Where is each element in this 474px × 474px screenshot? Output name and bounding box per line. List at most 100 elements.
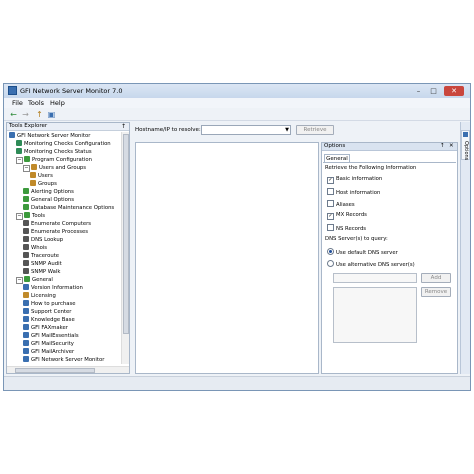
tree-item-label: GFI MailEssentials [31, 333, 79, 339]
options-header: Options ↑ ✕ [322, 143, 457, 151]
tree-item[interactable]: Alerting Options [23, 188, 74, 196]
checkbox-box[interactable]: ✓ [327, 213, 334, 220]
tree-item-label: Support Center [31, 309, 72, 315]
remove-button[interactable]: Remove [421, 287, 451, 297]
explorer-vertical-scrollbar[interactable] [121, 132, 129, 364]
hostname-input[interactable]: ▼ [201, 125, 291, 135]
settings-icon [24, 156, 30, 162]
minimize-button[interactable]: – [412, 86, 425, 96]
explorer-horizontal-scrollbar[interactable] [7, 366, 129, 373]
tree-item-label: Monitoring Checks Status [24, 149, 92, 155]
checkbox-label: MX Records [336, 212, 367, 218]
scrollbar-thumb[interactable] [15, 368, 95, 373]
tree-item[interactable]: Licensing [23, 292, 56, 300]
tree-item[interactable]: − General [16, 276, 53, 284]
tree-item[interactable]: Whois [23, 244, 47, 252]
collapse-toggle-icon[interactable]: − [16, 157, 23, 164]
tree-item[interactable]: GFI MailEssentials [23, 332, 79, 340]
alternative-dns-radio[interactable]: Use alternative DNS server(s) [327, 260, 415, 268]
tree-item[interactable]: − Program Configuration [16, 156, 92, 164]
tree-item[interactable]: General Options [23, 196, 74, 204]
tree-item[interactable]: DNS Lookup [23, 236, 63, 244]
tree-item[interactable]: Enumerate Processes [23, 228, 88, 236]
toolbar: ← → ↑ ▣ [4, 108, 470, 121]
collapse-toggle-icon[interactable]: − [16, 213, 23, 220]
forward-arrow-icon[interactable]: → [20, 110, 31, 119]
ns-records-checkbox[interactable]: NS Records [327, 224, 366, 232]
status-bar [4, 376, 470, 390]
menu-bar: File Tools Help [4, 98, 470, 108]
tree-item[interactable]: Knowledge Base [23, 316, 75, 324]
tree-item[interactable]: − Tools [16, 212, 45, 220]
checkbox-box[interactable] [327, 188, 334, 195]
general-icon [24, 276, 30, 282]
tree-item[interactable]: GFI MailArchiver [23, 348, 74, 356]
scrollbar-thumb[interactable] [123, 134, 129, 334]
tree-item[interactable]: GFI FAXmaker [23, 324, 68, 332]
checkbox-box[interactable] [327, 224, 334, 231]
tool-icon [23, 268, 29, 274]
side-tab-options[interactable]: Options [461, 130, 470, 160]
basic-information-checkbox[interactable]: ✓ Basic information [327, 176, 382, 184]
tree-item[interactable]: GFI MailSecurity [23, 340, 74, 348]
retrieve-button[interactable]: Retrieve [296, 125, 334, 135]
explorer-tree: GFI Network Server Monitor Monitoring Che… [7, 132, 120, 366]
tree-item[interactable]: Enumerate Computers [23, 220, 91, 228]
checkbox-label: Basic information [336, 176, 383, 182]
dns-server-list[interactable] [333, 287, 417, 343]
checkbox-box[interactable]: ✓ [327, 177, 334, 184]
tree-item[interactable]: GFI Network Server Monitor [9, 132, 90, 140]
collapse-toggle-icon[interactable]: − [16, 277, 23, 284]
collapse-toggle-icon[interactable]: − [23, 165, 30, 172]
menu-file[interactable]: File [12, 99, 23, 107]
product-icon [23, 332, 29, 338]
menu-help[interactable]: Help [50, 99, 65, 107]
tree-item[interactable]: Groups [30, 180, 57, 188]
options-title: Options [324, 143, 346, 149]
menu-tools[interactable]: Tools [28, 99, 44, 107]
chevron-down-icon[interactable]: ▼ [285, 127, 289, 133]
close-icon[interactable]: ✕ [449, 143, 454, 149]
checkbox-box[interactable] [327, 200, 334, 207]
dns-server-input[interactable] [333, 273, 417, 283]
tree-item[interactable]: Users [30, 172, 53, 180]
view-toggle-icon[interactable]: ▣ [46, 110, 57, 119]
tree-item[interactable]: Support Center [23, 308, 71, 316]
product-icon [23, 348, 29, 354]
tools-icon [24, 212, 30, 218]
dns-lookup-pane: Hostname/IP to resolve: ▼ Retrieve Optio… [132, 122, 458, 374]
tree-item[interactable]: GFI Network Server Monitor [23, 356, 104, 364]
aliases-checkbox[interactable]: Aliases [327, 200, 355, 208]
database-icon [23, 204, 29, 210]
maximize-button[interactable]: □ [427, 86, 440, 96]
pin-icon[interactable]: ↑ [440, 143, 445, 149]
tree-item[interactable]: Monitoring Checks Configuration [16, 140, 111, 148]
product-icon [23, 356, 29, 362]
tree-item-label: Version Information [31, 285, 83, 291]
results-area [135, 142, 319, 374]
tree-item-label: Program Configuration [32, 157, 92, 163]
tree-item[interactable]: SNMP Audit [23, 260, 62, 268]
host-information-checkbox[interactable]: Host information [327, 188, 380, 196]
checkbox-label: Host information [336, 190, 381, 196]
mx-records-checkbox[interactable]: ✓ MX Records [327, 212, 367, 220]
tree-item-label: GFI FAXmaker [31, 325, 68, 331]
up-folder-icon[interactable]: ↑ [34, 110, 45, 119]
tree-item[interactable]: Database Maintenance Options [23, 204, 114, 212]
pin-icon[interactable]: ↑ [121, 123, 126, 130]
back-arrow-icon[interactable]: ← [8, 110, 19, 119]
tree-item[interactable]: How to purchase [23, 300, 76, 308]
add-button[interactable]: Add [421, 273, 451, 283]
close-button[interactable]: ✕ [444, 86, 464, 96]
tree-item-label: DNS Lookup [31, 237, 64, 243]
tree-item[interactable]: − Users and Groups [23, 164, 86, 172]
tree-item[interactable]: Monitoring Checks Status [16, 148, 92, 156]
default-dns-radio[interactable]: Use default DNS server [327, 248, 398, 256]
license-icon [23, 292, 29, 298]
tool-icon [23, 260, 29, 266]
tree-item[interactable]: Traceroute [23, 252, 59, 260]
tree-item[interactable]: Version Information [23, 284, 83, 292]
radio-button[interactable] [327, 248, 334, 255]
tree-item[interactable]: SNMP Walk [23, 268, 60, 276]
radio-button[interactable] [327, 260, 334, 267]
